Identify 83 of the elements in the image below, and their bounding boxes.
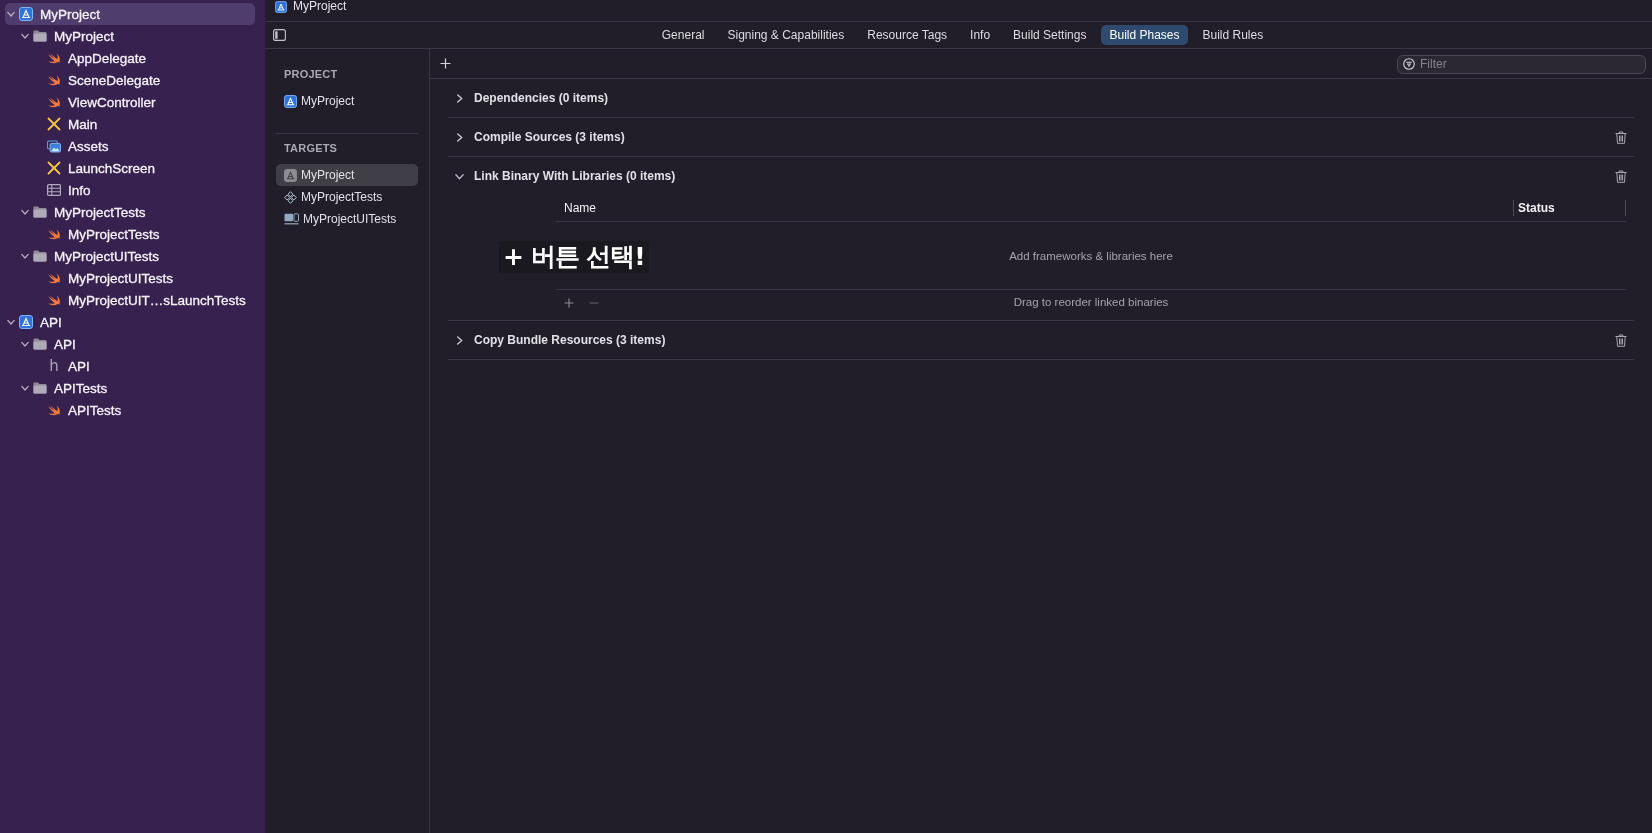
jump-bar-item[interactable]: MyProject (275, 0, 347, 13)
cross-icon (47, 161, 61, 175)
app-icon (284, 168, 297, 182)
tab[interactable]: General (653, 25, 713, 45)
folder-icon (33, 338, 47, 350)
file-item[interactable]: MyProjectUITests (5, 267, 255, 289)
sidebar-icon[interactable] (273, 29, 286, 41)
empty-list-hint: Add frameworks & libraries here (1009, 249, 1173, 262)
chevron-right-icon[interactable] (455, 93, 464, 103)
project-icon (19, 7, 33, 21)
file-item[interactable]: MyProjectTests (5, 223, 255, 245)
folder-item[interactable]: APITests (5, 377, 255, 399)
cross-icon (47, 117, 61, 131)
file-item[interactable]: AppDelegate (5, 47, 255, 69)
project-icon (284, 94, 297, 108)
target-item[interactable]: MyProject (276, 164, 418, 186)
trash-icon[interactable] (1615, 130, 1627, 144)
file-item[interactable]: h API (5, 355, 255, 377)
diamonds-icon (284, 190, 297, 204)
folder-icon (33, 206, 47, 218)
file-item[interactable]: SceneDelegate (5, 69, 255, 91)
chevron-down-icon[interactable] (455, 171, 464, 181)
phase-toggle[interactable]: Compile Sources (3 items) (448, 126, 625, 148)
tab[interactable]: Signing & Capabilities (719, 25, 853, 45)
folder-item[interactable]: MyProjectUITests (5, 245, 255, 267)
column-header[interactable]: Status (1513, 200, 1626, 216)
file-item[interactable]: APITests (5, 399, 255, 421)
folder-icon (33, 30, 47, 42)
chevron-right-icon[interactable] (455, 132, 464, 142)
table-icon (47, 184, 61, 196)
section-heading: TARGETS (283, 141, 339, 155)
chevron-right-icon[interactable] (455, 335, 464, 345)
project-item[interactable]: API (5, 311, 255, 333)
bird-icon (47, 271, 61, 285)
chevron-down-icon[interactable] (6, 318, 15, 326)
file-item[interactable]: Main (5, 113, 255, 135)
images-icon (47, 139, 61, 153)
trash-icon[interactable] (1615, 333, 1627, 347)
tab[interactable]: Build Settings (1005, 25, 1095, 45)
filter-field[interactable]: Filter (1397, 54, 1646, 74)
reorder-hint: Drag to reorder linked binaries (1013, 296, 1169, 308)
chevron-down-icon[interactable] (20, 340, 29, 348)
filter-icon (1403, 57, 1415, 70)
file-item[interactable]: LaunchScreen (5, 157, 255, 179)
tab[interactable]: Build Rules (1194, 25, 1272, 45)
tab[interactable]: Info (962, 25, 999, 45)
chevron-down-icon[interactable] (20, 384, 29, 392)
section-heading: PROJECT (283, 67, 339, 81)
phase-toggle[interactable]: Dependencies (0 items) (448, 87, 609, 109)
target-item[interactable]: MyProjectTests (276, 186, 418, 208)
file-item[interactable]: Info (5, 179, 255, 201)
column-header[interactable]: Name (556, 200, 1513, 216)
bird-icon (47, 73, 61, 87)
target-item[interactable]: MyProjectUITests (276, 208, 418, 230)
file-type-letter: h (49, 359, 59, 373)
file-item[interactable]: ViewController (5, 91, 255, 113)
screens-icon (284, 213, 299, 225)
chevron-down-icon[interactable] (20, 208, 29, 216)
tab[interactable]: Resource Tags (859, 25, 956, 45)
folder-item[interactable]: API (5, 333, 255, 355)
folder-icon (33, 250, 47, 262)
folder-icon (33, 382, 47, 394)
project-icon (275, 0, 287, 13)
phase-toggle[interactable]: Copy Bundle Resources (3 items) (448, 329, 666, 351)
chevron-down-icon[interactable] (20, 252, 29, 260)
file-item[interactable]: MyProjectUIT…sLaunchTests (5, 289, 255, 311)
bird-icon (47, 51, 61, 65)
folder-item[interactable]: MyProjectTests (5, 201, 255, 223)
folder-item[interactable]: MyProject (5, 25, 255, 47)
bird-icon (47, 227, 61, 241)
chevron-down-icon[interactable] (6, 10, 15, 18)
bird-icon (47, 95, 61, 109)
project-item[interactable]: MyProject (276, 90, 418, 112)
annotation-text: + 버튼 선택! (499, 241, 649, 273)
file-item[interactable]: Assets (5, 135, 255, 157)
phase-toggle[interactable]: Link Binary With Libraries (0 items) (448, 165, 676, 187)
tab[interactable]: Build Phases (1101, 25, 1188, 45)
project-icon (19, 315, 33, 329)
trash-icon[interactable] (1615, 169, 1627, 183)
bird-icon (47, 293, 61, 307)
bird-icon (47, 403, 61, 417)
project-item[interactable]: MyProject (5, 3, 255, 25)
chevron-down-icon[interactable] (20, 32, 29, 40)
